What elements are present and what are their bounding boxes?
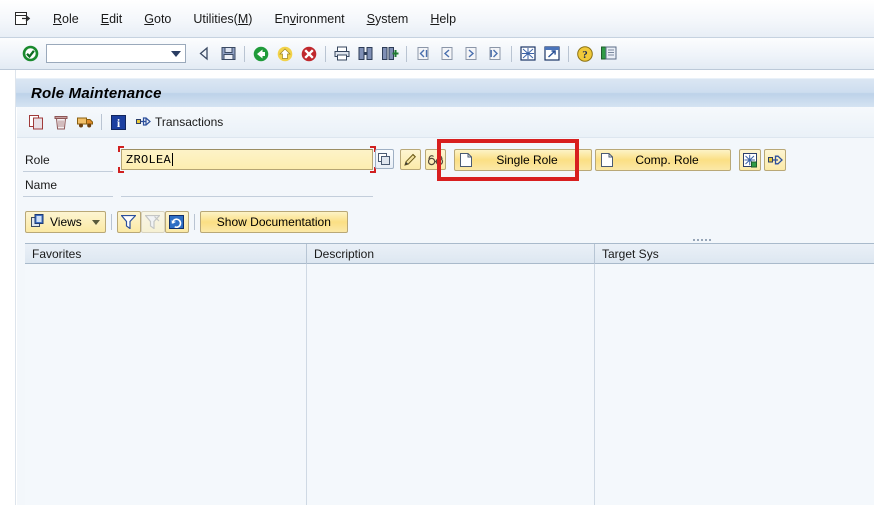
grid-column-description <box>307 264 595 505</box>
display-glasses-icon[interactable] <box>425 149 446 170</box>
role-input-wrapper: ZROLEA <box>121 149 373 170</box>
menu-item-edit[interactable]: Edit <box>90 10 134 28</box>
document-page-icon <box>455 153 477 167</box>
first-page-icon[interactable] <box>412 43 434 65</box>
views-button[interactable]: Views <box>25 211 106 233</box>
derive-arrow-icon[interactable] <box>764 149 786 171</box>
search-help-icon[interactable] <box>375 149 394 169</box>
role-input-value: ZROLEA <box>126 153 171 167</box>
chevron-down-icon[interactable] <box>171 51 181 57</box>
role-form-area: Role Name ZROLEA <box>17 138 874 206</box>
exit-yellow-icon[interactable] <box>274 43 296 65</box>
comp-role-button[interactable]: Comp. Role <box>595 149 731 171</box>
left-margin-strip <box>0 70 16 505</box>
window-title-bar: Role Maintenance <box>16 78 874 107</box>
menu-item-goto[interactable]: Goto <box>133 10 182 28</box>
edit-pencil-icon[interactable] <box>400 149 421 170</box>
transactions-label: Transactions <box>155 115 223 129</box>
grid-header-row: Favorites Description Target Sys <box>25 244 874 264</box>
menu-item-role[interactable]: Role <box>42 10 90 28</box>
page-title: Role Maintenance <box>31 85 162 102</box>
document-page-icon <box>596 153 618 167</box>
role-input[interactable]: ZROLEA <box>121 149 373 170</box>
required-bracket-bottom-left <box>118 167 124 173</box>
name-label: Name <box>25 178 57 192</box>
views-toolbar: Views <box>17 206 874 238</box>
system-menu-icon[interactable] <box>12 9 34 29</box>
transactions-button[interactable]: Transactions <box>130 111 230 133</box>
customize-layout-icon[interactable] <box>598 43 620 65</box>
single-role-label: Single Role <box>477 153 591 167</box>
command-field[interactable] <box>46 44 186 63</box>
show-documentation-button[interactable]: Show Documentation <box>200 211 348 233</box>
new-session-icon[interactable] <box>517 43 539 65</box>
main-body-panel: i Transactions Role Name <box>16 107 874 505</box>
menu-item-system[interactable]: System <box>356 10 420 28</box>
cancel-red-icon[interactable] <box>298 43 320 65</box>
svg-text:?: ? <box>582 49 588 61</box>
views-label: Views <box>50 215 82 229</box>
sap-gui-window: Role Edit Goto Utilities(M) Environment … <box>0 0 874 505</box>
grid-column-target-sys <box>595 264 874 505</box>
menu-item-help[interactable]: Help <box>419 10 467 28</box>
menu-bar: Role Edit Goto Utilities(M) Environment … <box>0 0 874 38</box>
favorites-grid: Favorites Description Target Sys <box>25 243 874 505</box>
show-documentation-label: Show Documentation <box>217 215 331 229</box>
back-green-icon[interactable] <box>250 43 272 65</box>
filter-icon[interactable] <box>117 211 141 233</box>
column-header-description[interactable]: Description <box>307 244 595 264</box>
text-caret <box>172 153 173 166</box>
command-input[interactable] <box>49 46 167 61</box>
name-field-underline <box>121 196 373 197</box>
delete-filter-icon[interactable] <box>141 211 165 233</box>
create-shortcut-icon[interactable] <box>541 43 563 65</box>
grid-body <box>25 264 874 505</box>
column-drag-handle[interactable] <box>685 236 719 243</box>
print-icon[interactable] <box>331 43 353 65</box>
refresh-icon[interactable] <box>165 211 189 233</box>
comp-role-label: Comp. Role <box>618 153 730 167</box>
assign-insert-icon[interactable] <box>739 149 761 171</box>
views-layers-icon <box>31 214 46 231</box>
find-icon[interactable] <box>355 43 377 65</box>
required-bracket-top-left <box>118 146 124 152</box>
name-label-underline <box>23 196 113 197</box>
application-toolbar: i Transactions <box>17 107 874 138</box>
help-icon[interactable]: ? <box>574 43 596 65</box>
transport-truck-icon[interactable] <box>73 111 97 133</box>
back-arrow-icon[interactable] <box>193 43 215 65</box>
column-header-target-sys[interactable]: Target Sys <box>595 244 874 264</box>
single-role-button[interactable]: Single Role <box>454 149 592 171</box>
last-page-icon[interactable] <box>484 43 506 65</box>
grid-column-favorites <box>25 264 307 505</box>
save-disk-icon[interactable] <box>217 43 239 65</box>
role-label-underline <box>23 171 113 172</box>
copy-icon[interactable] <box>25 111 49 133</box>
menu-item-utilities[interactable]: Utilities(M) <box>182 10 263 28</box>
menu-label-role: ole <box>62 12 79 26</box>
previous-page-icon[interactable] <box>436 43 458 65</box>
column-header-favorites[interactable]: Favorites <box>25 244 307 264</box>
menu-item-environment[interactable]: Environment <box>263 10 355 28</box>
chevron-down-icon[interactable] <box>92 220 100 225</box>
delete-trash-icon[interactable] <box>49 111 73 133</box>
green-check-enter-icon[interactable] <box>19 43 41 65</box>
find-next-icon[interactable] <box>379 43 401 65</box>
transactions-network-icon <box>133 115 155 129</box>
standard-toolbar: ? <box>0 38 874 70</box>
information-icon[interactable]: i <box>106 111 130 133</box>
next-page-icon[interactable] <box>460 43 482 65</box>
role-label: Role <box>25 153 50 167</box>
